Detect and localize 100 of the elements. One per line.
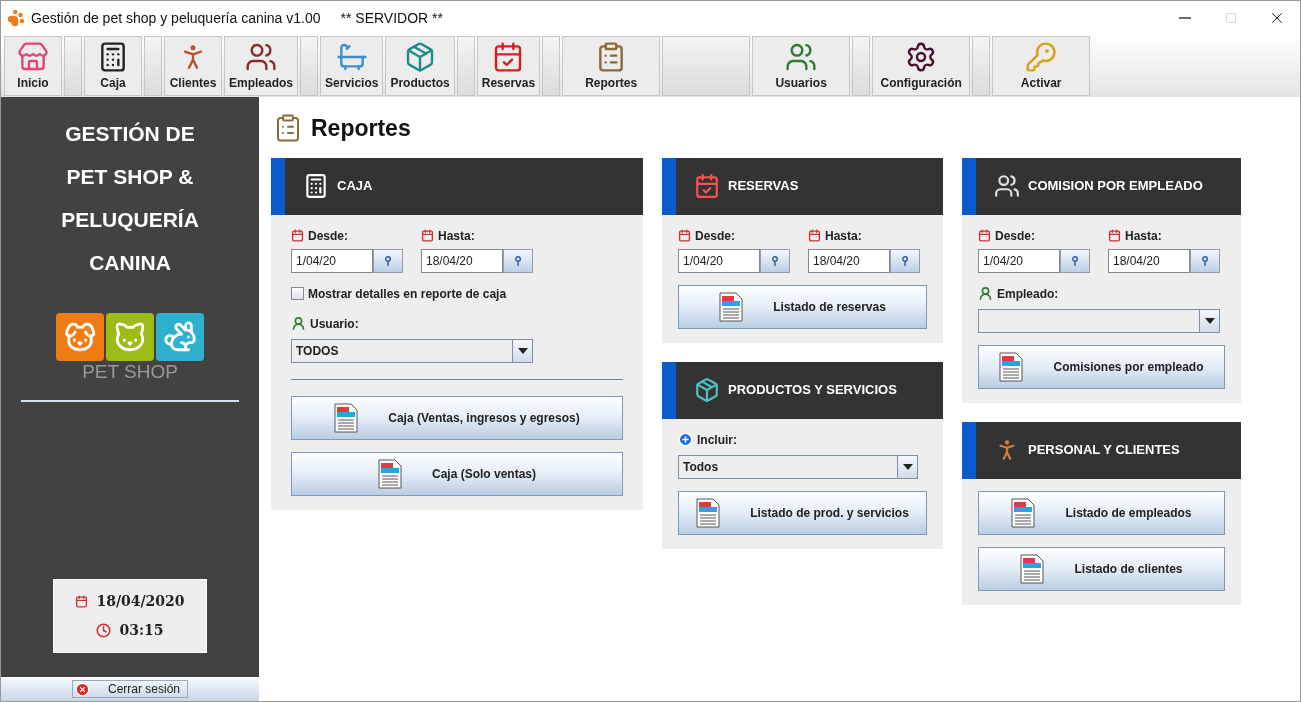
toolbar-button[interactable]: Usuarios (752, 36, 851, 96)
sidebar-title: PET SHOP & (66, 164, 194, 190)
toolbar-button[interactable]: Inicio (4, 36, 62, 96)
users-icon (291, 316, 306, 331)
field-label: Empleado: (997, 285, 1059, 303)
calendar-check-icon (694, 173, 720, 199)
toolbar-button[interactable]: Clientes (164, 36, 222, 96)
report-button[interactable]: Caja (Ventas, ingresos y egresos) (291, 395, 623, 440)
close-circle-icon (75, 681, 90, 697)
field-label: Desde: (308, 227, 348, 245)
paw-icon (7, 9, 25, 27)
document-icon (334, 402, 359, 433)
panel-title: CAJA (337, 177, 373, 196)
clock-icon (96, 623, 112, 638)
date-field[interactable]: 18/04/20 (808, 248, 890, 273)
calendar-icon (421, 229, 434, 242)
field-label: Hasta: (825, 227, 862, 245)
field-label: Desde: (995, 227, 1035, 245)
report-button[interactable]: Comisiones por empleado (978, 344, 1225, 389)
calendar-icon (678, 229, 691, 242)
panel-title: PRODUCTOS Y SERVICIOS (728, 381, 897, 400)
cat-logo (106, 313, 154, 361)
dropdown-arrow-icon (902, 463, 913, 470)
toolbar-button[interactable]: Productos (385, 36, 455, 96)
toolbar-separator (456, 36, 475, 96)
report-button[interactable]: Listado de clientes (978, 546, 1225, 591)
package-icon (694, 377, 720, 403)
toolbar-separator (144, 36, 162, 96)
dropdown[interactable]: TODOS (291, 338, 533, 363)
dog-logo (56, 313, 104, 361)
document-icon (719, 291, 744, 322)
panel-title: PERSONAL Y CLIENTES (1028, 441, 1180, 460)
date-picker-button[interactable] (1190, 248, 1220, 273)
pin-icon (1072, 255, 1078, 266)
toolbar-separator (542, 36, 561, 96)
minimize-icon (1179, 17, 1191, 19)
field-label: Desde: (695, 227, 735, 245)
checkbox-label: Mostrar detalles en reporte de caja (308, 285, 507, 303)
toolbar-button[interactable]: Servicios (320, 36, 384, 96)
date-picker-button[interactable] (503, 248, 533, 273)
dropdown[interactable] (978, 308, 1220, 333)
date-field[interactable]: 1/04/20 (978, 248, 1060, 273)
date-field[interactable]: 18/04/20 (421, 248, 503, 273)
checkbox[interactable] (291, 287, 304, 300)
toolbar-separator (64, 36, 82, 96)
logout-button[interactable]: Cerrar sesión (72, 680, 188, 698)
users-icon (785, 41, 818, 73)
calendar-icon (808, 229, 821, 242)
dropdown-arrow-icon (1204, 317, 1215, 324)
report-button[interactable]: Listado de reservas (678, 284, 927, 329)
current-time: 03:15 (119, 621, 164, 640)
document-icon (1020, 553, 1045, 584)
window-title: Gestión de pet shop y peluquería canina v1.00 (31, 8, 321, 28)
store-icon (17, 41, 49, 73)
toolbar-button[interactable]: Configuración (872, 36, 971, 96)
window-subtitle: ** SERVIDOR ** (340, 8, 443, 28)
pin-icon (385, 255, 391, 266)
people-icon (994, 173, 1020, 199)
users-icon (978, 286, 993, 301)
field-label: Usuario: (310, 315, 359, 333)
plus-icon (678, 432, 693, 447)
calendar-icon (75, 595, 89, 608)
bathtub-icon (335, 41, 368, 73)
toolbar-button[interactable]: Empleados (224, 36, 299, 96)
dropdown-arrow-icon (517, 347, 528, 354)
logo-text: PET SHOP (82, 361, 178, 383)
maximize-icon (1225, 12, 1237, 24)
sidebar-title: GESTIÓN DE (65, 121, 195, 147)
report-button[interactable]: Listado de prod. y servicios (678, 490, 927, 535)
field-label: Hasta: (1125, 227, 1162, 245)
calendar-icon (1108, 229, 1121, 242)
field-label: Hasta: (438, 227, 475, 245)
date-picker-button[interactable] (760, 248, 790, 273)
document-icon (696, 497, 721, 528)
report-button[interactable]: Caja (Solo ventas) (291, 451, 623, 496)
calendar-icon (978, 229, 991, 242)
toolbar-separator (972, 36, 991, 96)
document-icon (999, 351, 1024, 382)
pin-icon (772, 255, 778, 266)
key-icon (1025, 41, 1058, 73)
toolbar-button[interactable]: Reservas (476, 36, 541, 96)
toolbar-separator (852, 36, 871, 96)
sidebar-title: PELUQUERÍA (61, 207, 199, 233)
toolbar-button[interactable]: Reportes (562, 36, 661, 96)
date-field[interactable]: 18/04/20 (1108, 248, 1190, 273)
date-picker-button[interactable] (373, 248, 403, 273)
panel-title: COMISION POR EMPLEADO (1028, 177, 1203, 196)
dropdown[interactable]: Todos (678, 454, 918, 479)
date-picker-button[interactable] (1060, 248, 1090, 273)
rabbit-logo (156, 313, 204, 361)
document-icon (1011, 497, 1036, 528)
calendar-icon (291, 229, 304, 242)
date-picker-button[interactable] (890, 248, 920, 273)
date-field[interactable]: 1/04/20 (678, 248, 760, 273)
pin-icon (902, 255, 908, 266)
toolbar-button[interactable]: Caja (84, 36, 142, 96)
date-field[interactable]: 1/04/20 (291, 248, 373, 273)
toolbar-button[interactable]: Activar (992, 36, 1091, 96)
report-button[interactable]: Listado de empleados (978, 490, 1225, 535)
field-label: Incluir: (697, 431, 737, 449)
